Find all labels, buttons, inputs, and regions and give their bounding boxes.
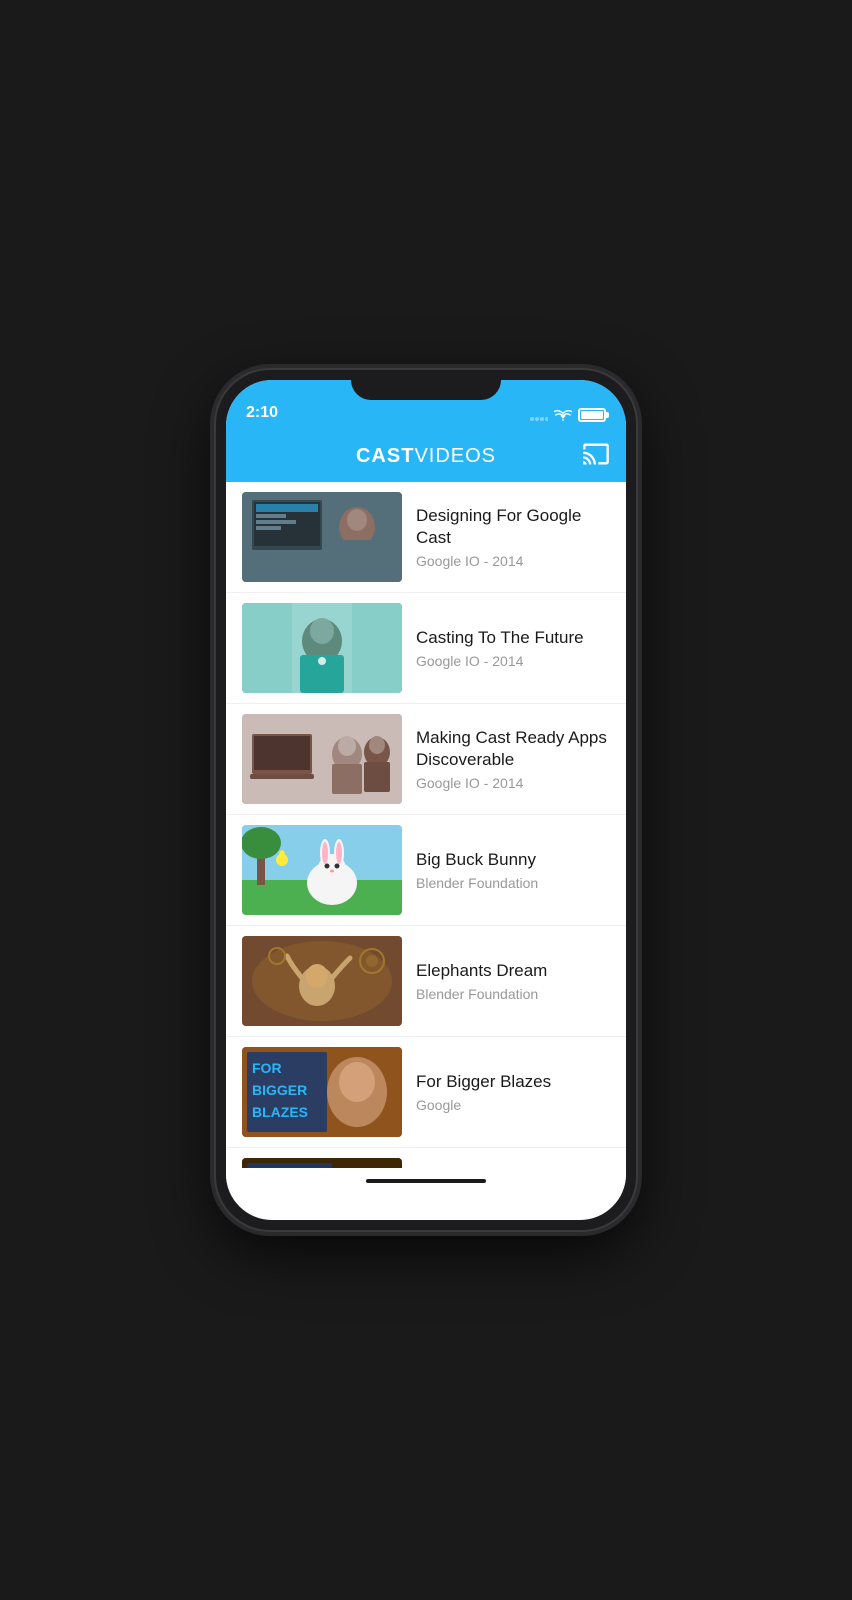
video-thumbnail: FOR BIGGER ESCAPES	[242, 1158, 402, 1168]
video-thumbnail	[242, 714, 402, 804]
video-info: Big Buck Bunny Blender Foundation	[402, 849, 610, 891]
wifi-icon	[554, 408, 572, 422]
video-thumbnail: FOR BIGGER BLAZES	[242, 1047, 402, 1137]
bottom-bar	[226, 1168, 626, 1202]
thumbnail-svg	[242, 936, 402, 1026]
video-list: Designing For Google Cast Google IO - 20…	[226, 482, 626, 1168]
thumbnail-svg	[242, 714, 402, 804]
video-title: Elephants Dream	[416, 960, 610, 982]
video-title: For Bigger Blazes	[416, 1071, 610, 1093]
video-info: For Bigger Blazes Google	[402, 1071, 610, 1113]
video-subtitle: Google IO - 2014	[416, 553, 610, 569]
thumbnail-svg	[242, 603, 402, 693]
battery-icon	[578, 408, 606, 422]
thumbnail-svg: FOR BIGGER BLAZES	[242, 1047, 402, 1137]
list-item[interactable]: Elephants Dream Blender Foundation	[226, 926, 626, 1037]
app-title: CASTVIDEOS	[356, 445, 496, 468]
video-info: Elephants Dream Blender Foundation	[402, 960, 610, 1002]
video-info: Making Cast Ready Apps Discoverable Goog…	[402, 727, 610, 791]
video-subtitle: Google IO - 2014	[416, 653, 610, 669]
video-subtitle: Google IO - 2014	[416, 775, 610, 791]
app-header: CASTVIDEOS	[226, 430, 626, 482]
signal-icon	[530, 409, 548, 421]
thumbnail-svg	[242, 492, 402, 582]
app-title-bold: CAST	[356, 445, 414, 467]
status-time: 2:10	[246, 404, 530, 422]
video-thumbnail	[242, 492, 402, 582]
notch	[351, 370, 501, 400]
phone-screen: 2:10	[226, 380, 626, 1220]
video-title: Casting To The Future	[416, 627, 610, 649]
home-indicator	[366, 1179, 486, 1183]
list-item[interactable]: Big Buck Bunny Blender Foundation	[226, 815, 626, 926]
video-title: Designing For Google Cast	[416, 505, 610, 549]
video-thumbnail	[242, 603, 402, 693]
list-item[interactable]: Casting To The Future Google IO - 2014	[226, 593, 626, 704]
list-item[interactable]: Designing For Google Cast Google IO - 20…	[226, 482, 626, 593]
video-title: Big Buck Bunny	[416, 849, 610, 871]
list-item[interactable]: Making Cast Ready Apps Discoverable Goog…	[226, 704, 626, 815]
phone-frame: 2:10	[216, 370, 636, 1230]
status-icons	[530, 408, 606, 422]
cast-icon	[582, 440, 610, 468]
video-info: Casting To The Future Google IO - 2014	[402, 627, 610, 669]
thumbnail-svg	[242, 825, 402, 915]
list-item[interactable]: FOR BIGGER ESCAPES For Bigger Escape Goo…	[226, 1148, 626, 1168]
svg-text:BIGGER: BIGGER	[252, 1082, 307, 1098]
video-info: Designing For Google Cast Google IO - 20…	[402, 505, 610, 569]
video-subtitle: Google	[416, 1097, 610, 1113]
video-subtitle: Blender Foundation	[416, 875, 610, 891]
video-thumbnail	[242, 936, 402, 1026]
list-item[interactable]: FOR BIGGER BLAZES For Bigger Blazes Goog…	[226, 1037, 626, 1148]
video-thumbnail	[242, 825, 402, 915]
svg-text:BLAZES: BLAZES	[252, 1104, 308, 1120]
cast-button[interactable]	[582, 440, 610, 473]
video-subtitle: Blender Foundation	[416, 986, 610, 1002]
svg-text:FOR: FOR	[252, 1060, 282, 1076]
app-title-light: VIDEOS	[414, 445, 496, 467]
thumbnail-svg: FOR BIGGER ESCAPES	[242, 1158, 402, 1168]
video-title: Making Cast Ready Apps Discoverable	[416, 727, 610, 771]
